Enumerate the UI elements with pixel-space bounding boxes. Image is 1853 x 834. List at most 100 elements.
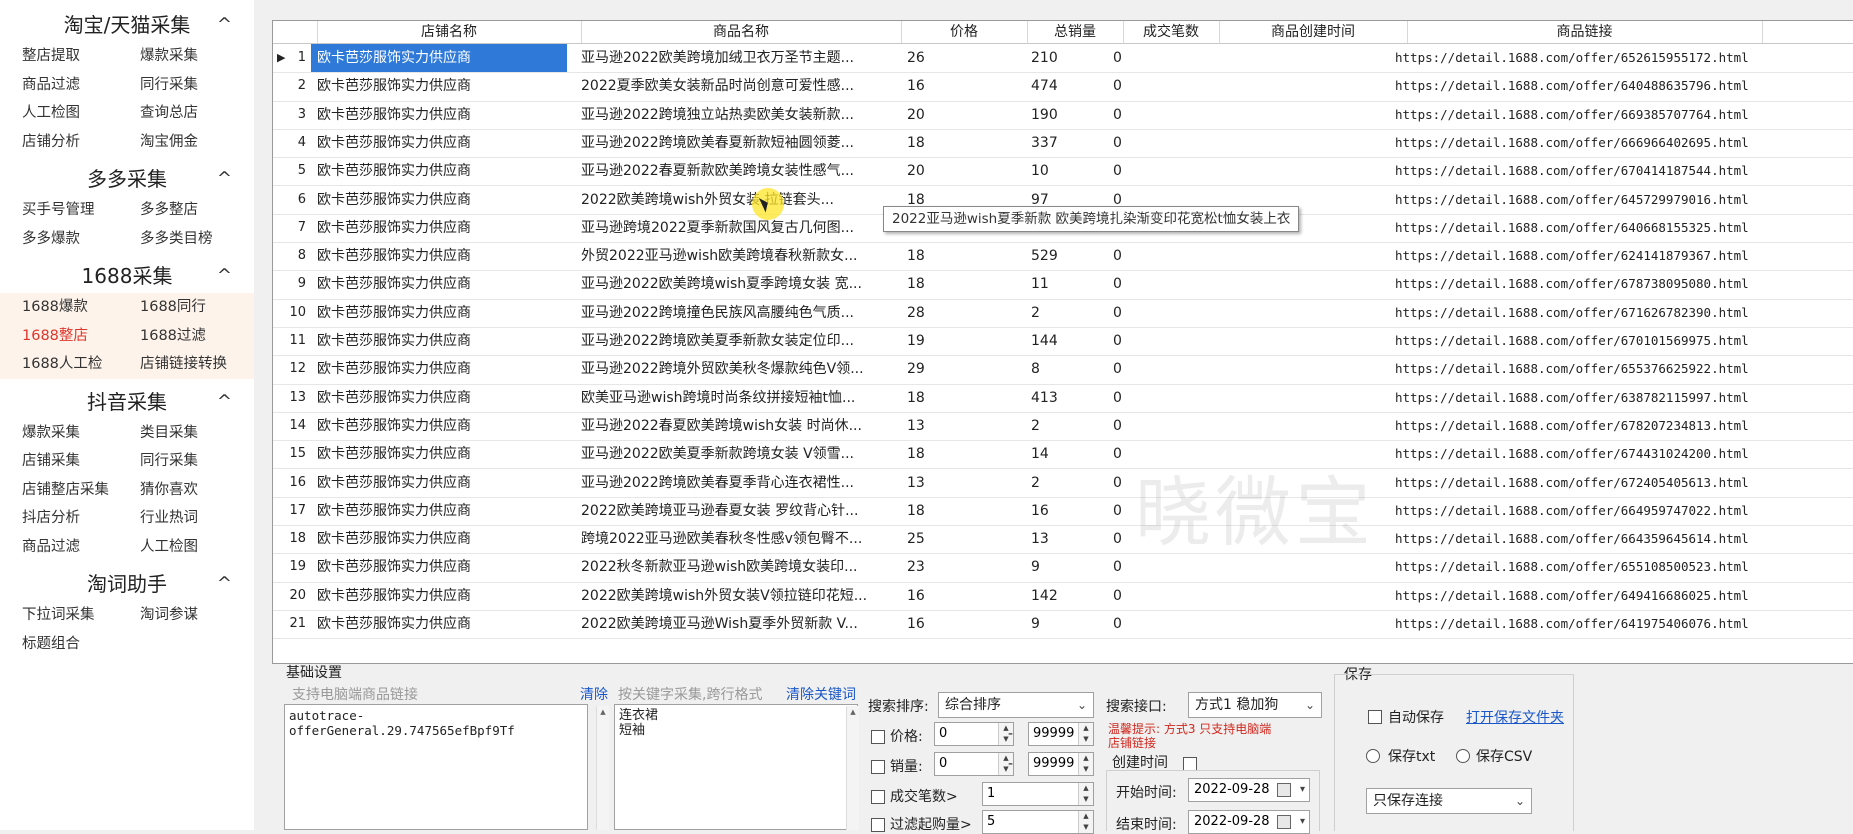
sidebar-item[interactable]: 1688同行 bbox=[140, 293, 258, 322]
table-row[interactable]: 15 欧卡芭莎服饰实力供应商 亚马逊2022欧美夏季新款跨境女装 V领雪... 18 1… bbox=[273, 440, 1853, 470]
shop-cell[interactable]: 欧卡芭莎服饰实力供应商 bbox=[311, 327, 567, 355]
product-cell[interactable]: 2022欧美跨境亚马逊春夏女装 罗纹背心针... bbox=[581, 497, 899, 525]
sort-select[interactable]: 综合排序 ⌄ bbox=[938, 692, 1094, 718]
chevron-down-icon[interactable]: ▾ bbox=[1300, 781, 1305, 799]
chevron-up-icon[interactable]: ^ bbox=[217, 8, 232, 42]
product-cell[interactable]: 2022秋冬新款亚马逊wish欧美跨境女装印... bbox=[581, 553, 899, 581]
product-cell[interactable]: 跨境2022亚马逊欧美春秋冬性感v领包臀不... bbox=[581, 525, 899, 553]
product-cell[interactable]: 外贸2022亚马逊wish欧美跨境春秋新款女... bbox=[581, 242, 899, 270]
sidebar-item[interactable]: 爆款采集 bbox=[140, 42, 258, 71]
link-cell[interactable]: https://detail.1688.com/offer/6553766259… bbox=[1395, 355, 1775, 383]
spinner-icon[interactable]: ▲ ▼ bbox=[1078, 723, 1093, 745]
shop-cell[interactable]: 欧卡芭莎服饰实力供应商 bbox=[311, 242, 567, 270]
keywords-textarea[interactable]: 连衣裙 短袖 bbox=[614, 704, 858, 830]
table-row[interactable]: 5 欧卡芭莎服饰实力供应商 亚马逊2022春夏新款欧美跨境女装性感气... 20 10 0… bbox=[273, 157, 1853, 187]
shop-cell[interactable]: 欧卡芭莎服饰实力供应商 bbox=[311, 469, 567, 497]
sidebar-item[interactable]: 人工检图 bbox=[140, 533, 258, 562]
table-row[interactable]: 8 欧卡芭莎服饰实力供应商 外贸2022亚马逊wish欧美跨境春秋新款女... 18 5… bbox=[273, 242, 1853, 272]
api-select[interactable]: 方式1 稳加狗 ⌄ bbox=[1188, 692, 1322, 718]
table-row[interactable]: 3 欧卡芭莎服饰实力供应商 亚马逊2022跨境独立站热卖欧美女装新款... 20 190… bbox=[273, 101, 1853, 130]
link-cell[interactable]: https://detail.1688.com/offer/6406681553… bbox=[1395, 214, 1775, 242]
table-row[interactable]: 10 欧卡芭莎服饰实力供应商 亚马逊2022跨境撞色民族风高腰纯色气质... 28 2 0… bbox=[273, 299, 1853, 328]
save-csv-radio[interactable] bbox=[1456, 749, 1470, 763]
product-cell[interactable]: 亚马逊2022跨境欧美春夏季背心连衣裙性... bbox=[581, 469, 899, 497]
sidebar-item[interactable]: 商品过滤 bbox=[22, 71, 140, 100]
section-douyin-header[interactable]: 抖音采集 ^ bbox=[0, 385, 254, 419]
sales-min-input[interactable]: 0 ▲ ▼ bbox=[934, 752, 1014, 776]
sidebar-item[interactable]: 多多类目榜 bbox=[140, 225, 258, 254]
section-pdd-header[interactable]: 多多采集 ^ bbox=[0, 162, 254, 196]
product-cell[interactable]: 2022欧美跨境wish外贸女装V领拉链印花短... bbox=[581, 582, 899, 610]
keywords-scrollbar[interactable]: ▲ bbox=[846, 706, 859, 830]
sidebar-item[interactable]: 店铺分析 bbox=[22, 128, 140, 157]
shop-cell[interactable]: 欧卡芭莎服饰实力供应商 bbox=[311, 355, 567, 383]
product-cell[interactable]: 亚马逊2022欧美跨境加绒卫衣万圣节主题... bbox=[581, 44, 899, 72]
sidebar-item-active[interactable]: 1688整店 bbox=[22, 322, 140, 351]
shop-cell[interactable]: 欧卡芭莎服饰实力供应商 bbox=[311, 440, 567, 468]
shop-cell[interactable]: 欧卡芭莎服饰实力供应商 bbox=[311, 157, 567, 185]
save-csv-label[interactable]: 保存CSV bbox=[1476, 746, 1532, 766]
open-folder-link[interactable]: 打开保存文件夹 bbox=[1466, 707, 1564, 727]
link-cell[interactable]: https://detail.1688.com/offer/6669664026… bbox=[1395, 129, 1775, 157]
shop-cell[interactable]: 欧卡芭莎服饰实力供应商 bbox=[311, 186, 567, 214]
chevron-down-icon[interactable]: ▾ bbox=[1300, 813, 1305, 831]
table-row[interactable]: 4 欧卡芭莎服饰实力供应商 亚马逊2022跨境欧美春夏新款短袖圆领菱... 18 337… bbox=[273, 129, 1853, 159]
auto-save-label[interactable]: 自动保存 bbox=[1388, 707, 1444, 727]
table-row[interactable]: 19 欧卡芭莎服饰实力供应商 2022秋冬新款亚马逊wish欧美跨境女装印... 23… bbox=[273, 553, 1853, 583]
link-cell[interactable]: https://detail.1688.com/offer/6787380950… bbox=[1395, 270, 1775, 298]
sidebar-item[interactable]: 1688人工检 bbox=[22, 350, 140, 379]
created-checkbox[interactable] bbox=[1183, 757, 1197, 771]
price-min-input[interactable]: 0 ▲ ▼ bbox=[934, 722, 1014, 746]
link-cell[interactable]: https://detail.1688.com/offer/6704141875… bbox=[1395, 157, 1775, 185]
start-date-picker[interactable]: 2022-09-28 ▾ bbox=[1188, 778, 1310, 802]
shop-cell[interactable]: 欧卡芭莎服饰实力供应商 bbox=[311, 582, 567, 610]
links-scrollbar[interactable]: ▲ bbox=[596, 706, 609, 830]
product-cell[interactable]: 亚马逊2022春夏新款欧美跨境女装性感气... bbox=[581, 157, 899, 185]
sales-checkbox[interactable] bbox=[871, 760, 885, 774]
shop-cell[interactable]: 欧卡芭莎服饰实力供应商 bbox=[311, 525, 567, 553]
sidebar-item[interactable]: 下拉词采集 bbox=[22, 601, 140, 630]
header-deals[interactable]: 成交笔数 bbox=[1123, 21, 1220, 43]
sidebar-item[interactable]: 猜你喜欢 bbox=[140, 476, 258, 505]
sidebar-item[interactable]: 淘宝佣金 bbox=[140, 128, 258, 157]
product-cell[interactable]: 2022夏季欧美女装新品时尚创意可爱性感... bbox=[581, 72, 899, 100]
table-row[interactable]: 12 欧卡芭莎服饰实力供应商 亚马逊2022跨境外贸欧美秋冬爆款纯色V领... 29 8… bbox=[273, 355, 1853, 385]
product-cell[interactable]: 欧美亚马逊wish跨境时尚条纹拼接短袖t恤... bbox=[581, 384, 899, 412]
save-txt-radio[interactable] bbox=[1366, 749, 1380, 763]
product-cell[interactable]: 亚马逊跨境2022夏季新款国风复古几何图... bbox=[581, 214, 899, 242]
header-sales[interactable]: 总销量 bbox=[1027, 21, 1124, 43]
shop-cell[interactable]: 欧卡芭莎服饰实力供应商 bbox=[311, 384, 567, 412]
product-cell[interactable]: 亚马逊2022跨境欧美春夏新款短袖圆领菱... bbox=[581, 129, 899, 157]
auto-save-checkbox[interactable] bbox=[1368, 710, 1382, 724]
link-cell[interactable]: https://detail.1688.com/offer/6744310242… bbox=[1395, 440, 1775, 468]
link-cell[interactable]: https://detail.1688.com/offer/6724054056… bbox=[1395, 469, 1775, 497]
link-cell[interactable]: https://detail.1688.com/offer/6526159551… bbox=[1395, 44, 1775, 72]
sidebar-item[interactable]: 爆款采集 bbox=[22, 419, 140, 448]
header-shop[interactable]: 店铺名称 bbox=[317, 21, 582, 43]
calendar-icon[interactable] bbox=[1277, 815, 1291, 829]
chevron-up-icon[interactable]: ^ bbox=[217, 259, 232, 293]
shop-cell[interactable]: 欧卡芭莎服饰实力供应商 bbox=[311, 101, 567, 129]
product-cell[interactable]: 亚马逊2022跨境撞色民族风高腰纯色气质... bbox=[581, 299, 899, 327]
link-cell[interactable]: https://detail.1688.com/offer/6241418793… bbox=[1395, 242, 1775, 270]
product-cell[interactable]: 亚马逊2022跨境独立站热卖欧美女装新款... bbox=[581, 101, 899, 129]
price-checkbox[interactable] bbox=[871, 730, 885, 744]
table-row[interactable]: 21 欧卡芭莎服饰实力供应商 2022欧美跨境亚马逊Wish夏季外贸新款 V... 1… bbox=[273, 610, 1853, 640]
link-cell[interactable]: https://detail.1688.com/offer/6457299790… bbox=[1395, 186, 1775, 214]
shop-cell[interactable]: 欧卡芭莎服饰实力供应商 bbox=[311, 553, 567, 581]
table-row[interactable]: 13 欧卡芭莎服饰实力供应商 欧美亚马逊wish跨境时尚条纹拼接短袖t恤... 18 4… bbox=[273, 384, 1853, 413]
product-cell[interactable]: 亚马逊2022春夏欧美跨境wish女装 时尚休... bbox=[581, 412, 899, 440]
sidebar-item[interactable]: 多多爆款 bbox=[22, 225, 140, 254]
shop-cell[interactable]: 欧卡芭莎服饰实力供应商 bbox=[311, 214, 567, 242]
table-row[interactable]: 18 欧卡芭莎服饰实力供应商 跨境2022亚马逊欧美春秋冬性感v领包臀不... 25 1… bbox=[273, 525, 1853, 555]
product-cell[interactable]: 亚马逊2022跨境欧美夏季新款女装定位印... bbox=[581, 327, 899, 355]
sidebar-item[interactable]: 买手号管理 bbox=[22, 196, 140, 225]
moq-input[interactable]: 5 ▲ ▼ bbox=[982, 810, 1094, 834]
sidebar-item[interactable]: 人工检图 bbox=[22, 99, 140, 128]
product-cell[interactable]: 亚马逊2022欧美跨境wish夏季跨境女装 宽... bbox=[581, 270, 899, 298]
product-cell[interactable]: 2022欧美跨境亚马逊Wish夏季外贸新款 V... bbox=[581, 610, 899, 638]
sidebar-item[interactable]: 行业热词 bbox=[140, 504, 258, 533]
link-cell[interactable]: https://detail.1688.com/offer/6643596456… bbox=[1395, 525, 1775, 553]
sidebar-item[interactable]: 1688过滤 bbox=[140, 322, 258, 351]
sidebar-item[interactable]: 店铺采集 bbox=[22, 447, 140, 476]
